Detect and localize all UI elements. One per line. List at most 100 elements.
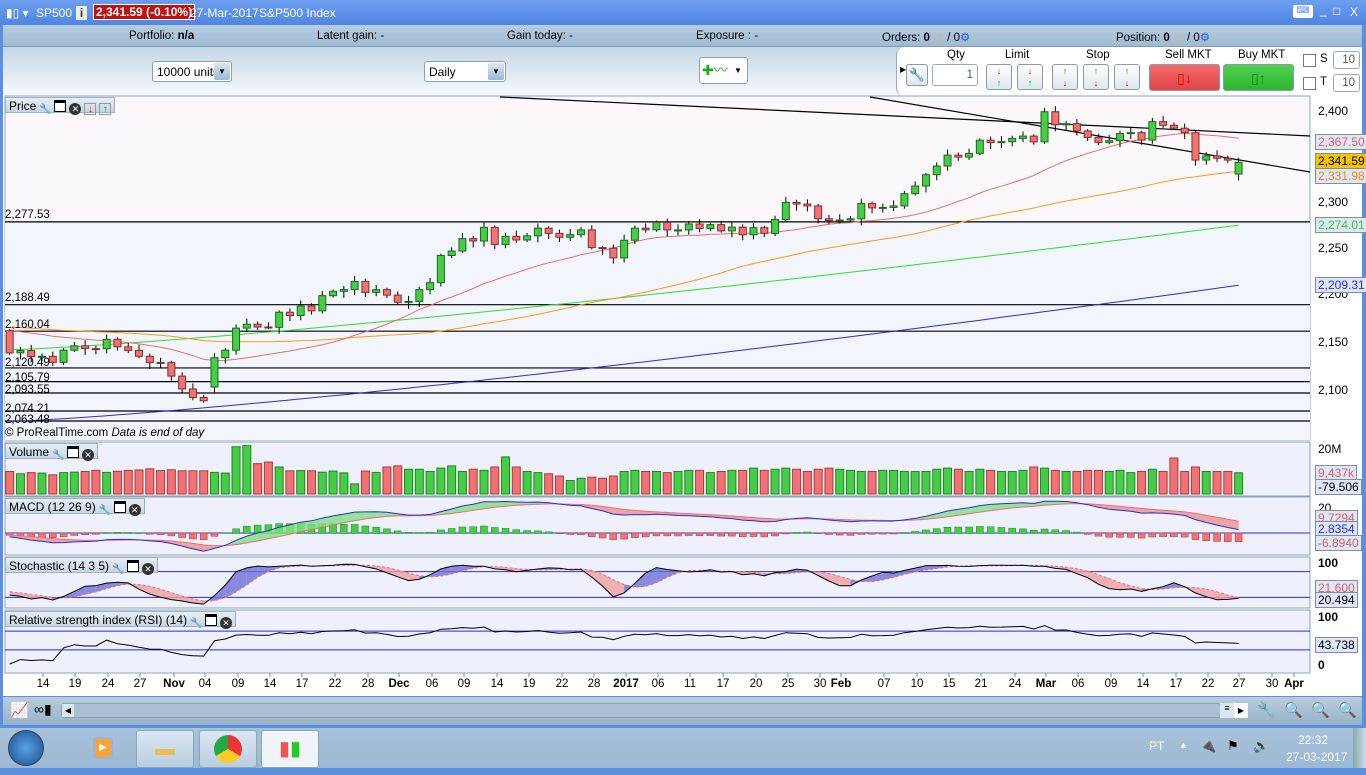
candle	[901, 194, 908, 206]
macd-histogram-bar	[405, 532, 412, 533]
candle	[567, 235, 574, 238]
explorer-taskbar-button[interactable]: ▬	[136, 730, 194, 768]
chart-scrollbar-bar: 📈 ∞▮ ◀ ≡ ▶ 🔧 🔍 🔍 🔍	[3, 697, 1362, 725]
candle	[739, 227, 746, 235]
volume-bar	[178, 471, 186, 494]
wrench-icon[interactable]: 🔧	[52, 450, 64, 462]
buy-arrow-icon[interactable]: ↑	[99, 103, 111, 115]
window-icon[interactable]	[114, 501, 126, 513]
window-icon[interactable]	[205, 614, 217, 626]
macd-histogram-bar	[1084, 533, 1091, 534]
volume-bar	[1073, 472, 1081, 495]
date-tick-label: 14	[264, 678, 277, 690]
close-icon[interactable]: ✕	[69, 103, 81, 115]
prorealtime-taskbar-button[interactable]: ▮▮	[261, 730, 319, 768]
volume-bar	[944, 468, 952, 494]
volume-bar	[1084, 470, 1092, 494]
macd-histogram-bar	[243, 526, 250, 533]
window-icon[interactable]	[67, 446, 79, 458]
chrome-taskbar-button[interactable]	[199, 730, 257, 768]
close-icon[interactable]: ✕	[220, 617, 232, 629]
chart-export-icon[interactable]: 📈	[10, 701, 29, 719]
volume-bar	[793, 469, 801, 494]
macd-histogram-bar	[588, 533, 595, 537]
volume-bar	[663, 473, 671, 494]
zoom-in-icon[interactable]: 🔍	[1338, 701, 1357, 719]
start-button[interactable]	[8, 730, 44, 766]
candle	[340, 290, 347, 292]
show-hidden-icons[interactable]: ▲	[1179, 740, 1188, 750]
level-label: 2,105.79	[5, 372, 50, 384]
media-player-icon[interactable]: ▶	[93, 737, 113, 759]
wrench-icon[interactable]: 🔧	[112, 564, 124, 576]
candle	[556, 233, 563, 237]
power-icon[interactable]: 🔌	[1200, 738, 1216, 754]
candle	[610, 248, 617, 258]
volume-bar	[1181, 472, 1189, 495]
candle	[685, 224, 692, 230]
macd-histogram-bar	[1009, 528, 1016, 533]
action-center-flag-icon[interactable]: ⚑	[1227, 738, 1239, 754]
show-desktop-button[interactable]	[1353, 728, 1366, 768]
zoom-fit-icon[interactable]: 🔍	[1284, 701, 1303, 719]
volume-icon[interactable]: 🔊	[1253, 738, 1269, 754]
scroll-right-icon[interactable]: ▶	[1234, 703, 1248, 718]
volume-bar	[836, 469, 844, 494]
scroll-left-icon[interactable]: ◀	[62, 704, 74, 717]
horizontal-scrollbar[interactable]: ◀	[61, 703, 1221, 718]
price-tick: 2,100	[1318, 383, 1348, 397]
chrome-icon	[214, 735, 242, 763]
macd-histogram-bar	[1181, 533, 1188, 537]
price-panel-title: Price	[9, 99, 36, 113]
macd-histogram-bar	[1192, 533, 1199, 540]
candle	[1117, 133, 1124, 140]
clock-date[interactable]: 27-03-2017	[1286, 750, 1347, 764]
volume-bar	[825, 468, 833, 494]
candle	[858, 203, 865, 218]
macd-histogram-bar	[39, 533, 46, 537]
candle	[189, 389, 196, 398]
date-tick-label: 17	[296, 678, 309, 690]
zoom-out-icon[interactable]: 🔍	[1311, 701, 1330, 719]
volume-bar	[1138, 472, 1146, 495]
candle	[491, 227, 498, 244]
clock-time[interactable]: 22:32	[1298, 733, 1328, 747]
macd-histogram-bar	[222, 533, 229, 534]
sell-arrow-icon[interactable]: ↓	[84, 103, 96, 115]
date-tick-label: 17	[717, 678, 730, 690]
price-chart	[0, 0, 1366, 700]
language-indicator[interactable]: PT	[1149, 739, 1164, 753]
window-icon[interactable]	[54, 100, 66, 112]
volume-bar	[803, 472, 811, 495]
volume-osc-value: -79.506	[1315, 479, 1362, 495]
candle	[222, 350, 229, 358]
close-icon[interactable]: ✕	[129, 504, 141, 516]
date-tick-label: 22	[1202, 678, 1215, 690]
candle	[362, 282, 369, 293]
close-icon[interactable]: ✕	[82, 449, 94, 461]
candle	[1235, 162, 1242, 174]
volume-bar	[717, 472, 725, 495]
price-panel-header: Price🔧 ✕↓↑	[5, 97, 115, 113]
macd-histogram-bar	[211, 533, 218, 536]
window-icon[interactable]	[127, 560, 139, 572]
macd-histogram-bar	[189, 533, 196, 539]
link-candle-icon[interactable]: ∞▮	[34, 701, 52, 718]
scroll-thumb-icon[interactable]: ≡	[1220, 703, 1234, 718]
volume-bar	[1213, 472, 1221, 495]
date-tick-label: 06	[426, 678, 439, 690]
candle	[804, 204, 811, 206]
volume-bar	[49, 475, 57, 494]
volume-bar	[900, 472, 908, 495]
rsi-panel-title: Relative strength index (RSI) (14)	[9, 613, 187, 627]
chart-settings-icon[interactable]: 🔧	[1257, 701, 1276, 719]
wrench-icon[interactable]: 🔧	[39, 104, 51, 116]
wrench-icon[interactable]: 🔧	[190, 618, 202, 630]
close-icon[interactable]: ✕	[142, 563, 154, 575]
volume-bar	[70, 472, 78, 494]
candle	[879, 207, 886, 208]
macd-histogram-bar	[49, 533, 56, 538]
candle	[351, 282, 358, 290]
wrench-icon[interactable]: 🔧	[99, 505, 111, 517]
candle	[276, 312, 283, 327]
